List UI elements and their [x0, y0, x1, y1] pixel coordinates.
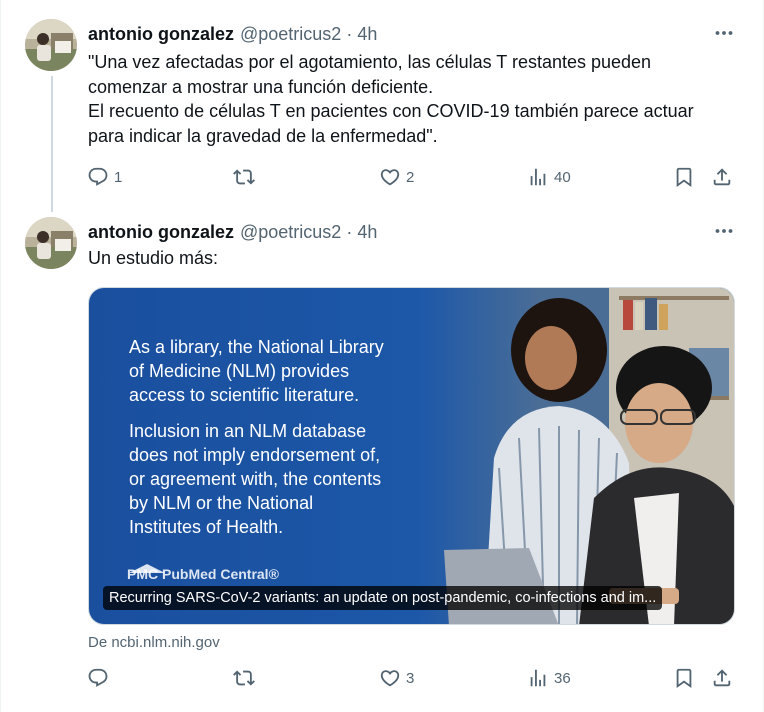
tweet-text-line: "Una vez afectadas por el agotamiento, l…	[88, 52, 652, 72]
tweet-text-line: El recuento de células T en pacientes co…	[88, 101, 694, 121]
tweet[interactable]: antonio gonzalez @poetricus2 · 4h "Una v…	[1, 0, 764, 212]
card-image-text-line: does not imply endorsement of,	[129, 445, 381, 465]
views-button[interactable]: 40	[527, 162, 571, 192]
reply-icon	[88, 668, 108, 687]
tweet-actions: 3 36	[87, 663, 737, 693]
reply-count: 1	[114, 168, 123, 186]
avatar[interactable]	[25, 19, 77, 71]
tweet-header: antonio gonzalez @poetricus2 · 4h	[88, 22, 377, 46]
tweet[interactable]: antonio gonzalez @poetricus2 · 4h Un est…	[1, 206, 764, 712]
like-count: 3	[406, 669, 415, 687]
card-image-text-line: Institutes of Health.	[129, 517, 284, 537]
views-icon	[530, 168, 546, 186]
card-image-text: Inclusion in an NLM database does not im…	[129, 419, 449, 539]
author-handle[interactable]: @poetricus2	[240, 222, 341, 243]
card-image-text-line: access to scientific literature.	[129, 385, 360, 405]
card-image-text: As a library, the National Library of Me…	[129, 335, 449, 407]
card-image-text-line: As a library, the National Library	[129, 337, 384, 357]
timestamp[interactable]: 4h	[357, 222, 377, 243]
retweet-icon	[233, 169, 255, 185]
more-dots-icon	[715, 229, 733, 233]
timestamp[interactable]: 4h	[357, 24, 377, 45]
author-name[interactable]: antonio gonzalez	[88, 222, 234, 243]
pmc-logo: PMC PubMed Central®	[127, 566, 279, 582]
more-options-button[interactable]	[713, 220, 735, 242]
reply-button[interactable]	[87, 663, 114, 693]
retweet-icon	[233, 670, 255, 686]
card-image-text-line: Inclusion in an NLM database	[129, 421, 367, 441]
card-image-text-line: or agreement with, the contents	[129, 469, 382, 489]
tweet-text-line: Un estudio más:	[88, 248, 219, 268]
avatar-image	[25, 19, 77, 71]
tweet-text: Un estudio más:	[88, 246, 728, 271]
thread-connector-line	[51, 76, 53, 212]
separator-dot: ·	[346, 23, 353, 44]
views-icon	[530, 669, 546, 687]
heart-icon	[380, 670, 400, 687]
tweet-text: "Una vez afectadas por el agotamiento, l…	[88, 50, 728, 148]
avatar[interactable]	[25, 217, 77, 269]
card-caption[interactable]: Recurring SARS-CoV-2 variants: an update…	[103, 586, 663, 610]
reply-button[interactable]: 1	[87, 162, 122, 192]
timeline-frame: antonio gonzalez @poetricus2 · 4h "Una v…	[0, 0, 764, 712]
heart-icon	[380, 169, 400, 186]
tweet-actions: 1 2 40	[87, 162, 737, 192]
bookmark-button[interactable]	[673, 162, 695, 192]
bookmark-button[interactable]	[673, 663, 695, 693]
card-image-text-line: by NLM or the National	[129, 493, 314, 513]
reply-icon	[88, 167, 108, 186]
author-name[interactable]: antonio gonzalez	[88, 24, 234, 45]
views-count: 36	[554, 669, 571, 687]
retweet-button[interactable]	[233, 162, 260, 192]
link-preview-card[interactable]: As a library, the National Library of Me…	[88, 287, 735, 625]
retweet-button[interactable]	[233, 663, 260, 693]
share-icon	[713, 168, 731, 186]
share-icon	[713, 669, 731, 687]
more-options-button[interactable]	[713, 22, 735, 44]
tweet-text-line: comenzar a mostrar una función deficient…	[88, 76, 434, 97]
avatar-image	[25, 217, 77, 269]
card-source-link[interactable]: De ncbi.nlm.nih.gov	[88, 634, 220, 651]
like-button[interactable]: 2	[379, 162, 414, 192]
like-count: 2	[406, 168, 415, 186]
tweet-text-line: para indicar la gravedad de la enfermeda…	[88, 125, 438, 146]
like-button[interactable]: 3	[379, 663, 414, 693]
card-image-text-line: of Medicine (NLM) provides	[129, 361, 350, 381]
share-button[interactable]	[711, 162, 733, 192]
author-handle[interactable]: @poetricus2	[240, 24, 341, 45]
views-count: 40	[554, 168, 571, 186]
separator-dot: ·	[346, 221, 353, 242]
bookmark-icon	[676, 668, 692, 689]
more-dots-icon	[715, 31, 733, 35]
tweet-header: antonio gonzalez @poetricus2 · 4h	[88, 220, 377, 244]
share-button[interactable]	[711, 663, 733, 693]
views-button[interactable]: 36	[527, 663, 571, 693]
bookmark-icon	[676, 167, 692, 188]
